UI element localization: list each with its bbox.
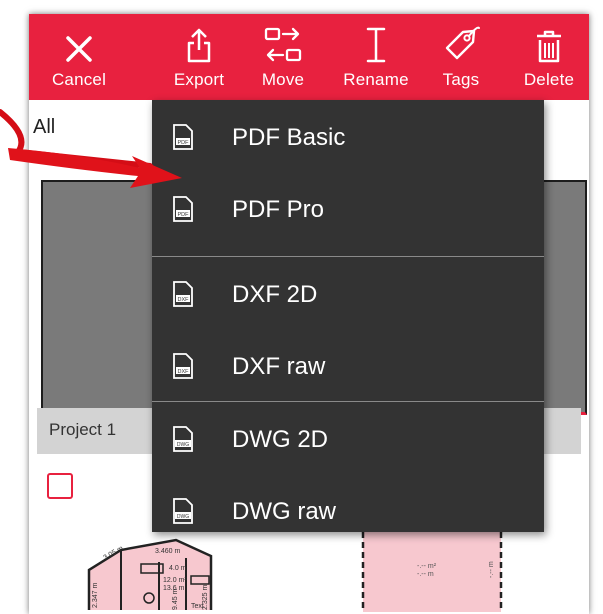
edge-length-placeholder: -.-- m (488, 561, 495, 578)
menu-item-dxf-raw[interactable]: DXF DXF raw (152, 331, 544, 403)
export-label: Export (173, 70, 225, 89)
project-title: Project 1 (49, 420, 117, 439)
export-button[interactable]: Export (157, 14, 241, 100)
dimension-label: 3.460 m (155, 548, 180, 555)
menu-item-label: PDF Pro (232, 196, 325, 223)
dwg-file-icon: DWG (173, 498, 193, 524)
menu-item-label: DWG raw (232, 498, 336, 525)
trash-icon (534, 14, 564, 64)
move-label: Move (261, 70, 305, 89)
dxf-file-icon: DXF (173, 281, 193, 307)
menu-item-label: DXF raw (232, 353, 326, 380)
menu-divider (152, 256, 544, 257)
dimension-label: 2.347 m (92, 583, 99, 608)
delete-label: Delete (523, 70, 575, 89)
dimension-label: 9.45 m (172, 588, 179, 610)
app-frame: Cancel Export Move Rename Tags Delete Al… (29, 14, 589, 614)
tags-button[interactable]: Tags (419, 14, 503, 100)
menu-item-pdf-pro[interactable]: PDF PDF Pro (152, 174, 544, 246)
area-placeholder: -.-- m² (417, 563, 437, 570)
menu-item-label: DXF 2D (232, 281, 318, 308)
rename-label: Rename (343, 70, 409, 89)
tags-label: Tags (442, 70, 480, 89)
dimension-label: 12.0 m² (163, 577, 187, 584)
menu-item-dwg-raw[interactable]: DWG DWG raw (152, 476, 544, 548)
dwg-badge: DWG (177, 514, 189, 520)
cancel-button[interactable]: Cancel (37, 14, 121, 100)
move-icon (263, 14, 303, 64)
menu-divider (152, 401, 544, 402)
dwg-file-icon: DWG (173, 426, 193, 452)
delete-button[interactable]: Delete (507, 14, 589, 100)
close-icon (64, 14, 94, 64)
text-annotation: Text (191, 603, 204, 610)
length-placeholder: -.-- m (417, 571, 434, 578)
menu-item-dxf-2d[interactable]: DXF DXF 2D (152, 259, 544, 331)
dxf-badge: DXF (178, 297, 190, 303)
pdf-badge: PDF (178, 212, 190, 218)
selection-toolbar: Cancel Export Move Rename Tags Delete (29, 14, 589, 100)
export-icon (185, 14, 213, 64)
dwg-badge: DWG (177, 442, 189, 448)
move-button[interactable]: Move (241, 14, 325, 100)
project-select-checkbox[interactable] (47, 473, 73, 499)
dxf-badge: DXF (178, 369, 190, 375)
export-menu: PDF PDF Basic PDF PDF Pro DXF DXF 2D DXF… (152, 100, 544, 532)
menu-item-label: PDF Basic (232, 124, 346, 151)
annotation-arrow (0, 109, 182, 188)
rename-button[interactable]: Rename (331, 14, 421, 100)
tag-icon (441, 14, 481, 64)
menu-item-label: DWG 2D (232, 426, 328, 453)
text-cursor-icon (364, 14, 388, 64)
dimension-label: 4.0 m (169, 565, 187, 572)
menu-item-dwg-2d[interactable]: DWG DWG 2D (152, 404, 544, 476)
cancel-label: Cancel (51, 70, 107, 89)
pdf-file-icon: PDF (173, 196, 193, 222)
menu-item-pdf-basic[interactable]: PDF PDF Basic (152, 102, 544, 174)
dxf-file-icon: DXF (173, 353, 193, 379)
